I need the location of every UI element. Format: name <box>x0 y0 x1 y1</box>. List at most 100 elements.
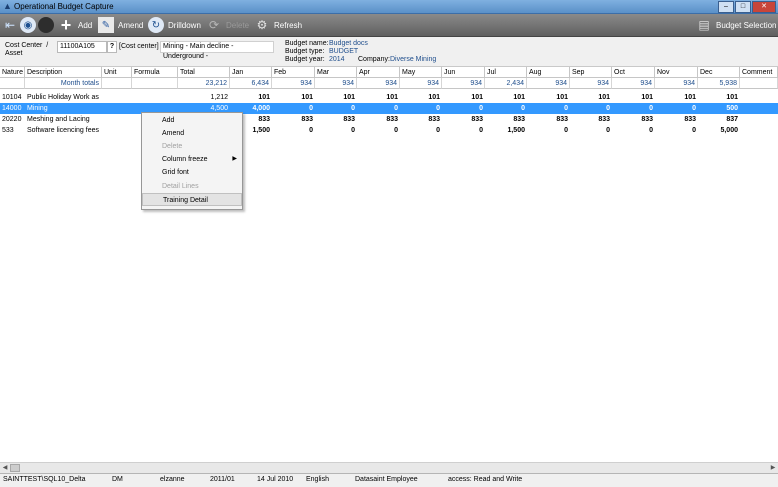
table-cell[interactable]: 0 <box>272 125 315 136</box>
column-header[interactable]: Nov <box>655 67 698 78</box>
drilldown-button[interactable]: ↻ Drilldown <box>148 16 201 34</box>
column-header[interactable]: May <box>400 67 442 78</box>
table-cell[interactable]: 101 <box>230 92 272 103</box>
table-cell[interactable]: 0 <box>527 125 570 136</box>
refresh-button[interactable]: ⚙ Refresh <box>254 16 302 34</box>
table-cell[interactable]: 833 <box>400 114 442 125</box>
table-cell[interactable] <box>102 92 132 103</box>
table-cell[interactable]: 101 <box>485 92 527 103</box>
column-header[interactable]: Sep <box>570 67 612 78</box>
column-header[interactable]: Unit <box>102 67 132 78</box>
table-cell[interactable]: 20220 <box>0 114 25 125</box>
table-cell[interactable]: 833 <box>612 114 655 125</box>
table-cell[interactable]: 101 <box>570 92 612 103</box>
table-cell[interactable] <box>740 125 778 136</box>
close-button[interactable]: ✕ <box>752 1 776 13</box>
table-cell[interactable]: 101 <box>527 92 570 103</box>
table-cell[interactable]: 833 <box>272 114 315 125</box>
column-header[interactable]: Jun <box>442 67 485 78</box>
table-row[interactable]: 10104 Public Holiday Work as 1,212 101 1… <box>0 92 778 103</box>
column-header[interactable]: Dec <box>698 67 740 78</box>
table-cell[interactable]: 0 <box>612 103 655 114</box>
table-cell[interactable]: 533 <box>0 125 25 136</box>
table-cell[interactable]: 10104 <box>0 92 25 103</box>
column-header[interactable]: Aug <box>527 67 570 78</box>
column-header[interactable]: Jul <box>485 67 527 78</box>
table-cell[interactable]: 14000 <box>0 103 25 114</box>
table-cell[interactable]: 0 <box>400 125 442 136</box>
table-cell[interactable]: 0 <box>655 125 698 136</box>
table-cell[interactable]: Software licencing fees <box>25 125 102 136</box>
column-header[interactable]: Oct <box>612 67 655 78</box>
menu-item-add[interactable]: Add <box>142 114 242 127</box>
table-cell[interactable]: 101 <box>698 92 740 103</box>
scroll-left-icon[interactable]: ◀ <box>0 463 10 473</box>
table-cell[interactable]: 0 <box>400 103 442 114</box>
lookup-help-icon[interactable]: ? <box>107 41 117 53</box>
table-cell[interactable]: 0 <box>442 125 485 136</box>
table-row[interactable]: 20220 Meshing and Lacing 833 833 833 833… <box>0 114 778 125</box>
table-cell[interactable]: 0 <box>570 103 612 114</box>
menu-item-amend[interactable]: Amend <box>142 127 242 140</box>
stop-button[interactable] <box>38 16 58 34</box>
column-header[interactable]: Formula <box>132 67 178 78</box>
table-cell[interactable]: 101 <box>315 92 357 103</box>
table-cell[interactable]: 833 <box>357 114 400 125</box>
table-cell[interactable]: 0 <box>315 103 357 114</box>
table-cell[interactable]: 0 <box>612 125 655 136</box>
cost-center-input[interactable]: 11100A105 <box>57 41 107 53</box>
table-cell[interactable] <box>102 103 132 114</box>
add-button[interactable]: + Add <box>58 15 93 35</box>
maximize-button[interactable]: □ <box>735 1 751 13</box>
table-cell[interactable] <box>740 92 778 103</box>
table-cell[interactable]: Meshing and Lacing <box>25 114 102 125</box>
table-cell[interactable] <box>102 125 132 136</box>
scroll-thumb[interactable] <box>10 464 20 472</box>
menu-item-training-detail[interactable]: Training Detail <box>142 193 242 206</box>
menu-item-column-freeze[interactable]: Column freeze ▶ <box>142 153 242 166</box>
table-cell[interactable]: Public Holiday Work as <box>25 92 102 103</box>
table-cell[interactable]: 833 <box>655 114 698 125</box>
table-cell[interactable]: 0 <box>315 125 357 136</box>
table-cell[interactable]: 101 <box>655 92 698 103</box>
column-header[interactable]: Mar <box>315 67 357 78</box>
table-cell[interactable]: 833 <box>442 114 485 125</box>
column-header[interactable]: Feb <box>272 67 315 78</box>
table-cell[interactable]: 0 <box>570 125 612 136</box>
table-cell[interactable]: Mining <box>25 103 102 114</box>
delete-button[interactable]: ⟳ Delete <box>206 16 249 34</box>
table-cell[interactable]: 1,212 <box>178 92 230 103</box>
table-cell[interactable]: 5,000 <box>698 125 740 136</box>
table-cell[interactable]: 1,500 <box>485 125 527 136</box>
table-cell[interactable]: 101 <box>272 92 315 103</box>
table-cell[interactable]: 837 <box>698 114 740 125</box>
column-header[interactable]: Apr <box>357 67 400 78</box>
table-cell[interactable] <box>740 103 778 114</box>
table-cell[interactable]: 500 <box>698 103 740 114</box>
column-header[interactable]: Total <box>178 67 230 78</box>
table-cell[interactable]: 0 <box>357 125 400 136</box>
navigate-button[interactable]: ◉ <box>20 16 40 34</box>
table-cell[interactable]: 101 <box>400 92 442 103</box>
table-cell[interactable]: 0 <box>485 103 527 114</box>
table-row-selected[interactable]: 14000 Mining 4,500 4,000 0 0 0 0 0 0 0 0… <box>0 103 778 114</box>
table-cell[interactable]: 101 <box>612 92 655 103</box>
table-cell[interactable]: 833 <box>485 114 527 125</box>
table-row[interactable]: 533 Software licencing fees 1,500 0 0 0 … <box>0 125 778 136</box>
first-record-button[interactable]: ⇤ <box>2 16 22 34</box>
minimize-button[interactable]: – <box>718 1 734 13</box>
budget-selection-button[interactable]: ▤ Budget Selection <box>696 16 776 34</box>
column-header[interactable]: Description <box>25 67 102 78</box>
table-cell[interactable]: 833 <box>527 114 570 125</box>
table-cell[interactable]: 101 <box>442 92 485 103</box>
column-header[interactable]: Comment <box>740 67 778 78</box>
column-header[interactable]: Jan <box>230 67 272 78</box>
table-cell[interactable]: 833 <box>315 114 357 125</box>
amend-button[interactable]: ✎ Amend <box>98 16 143 34</box>
scroll-right-icon[interactable]: ▶ <box>768 463 778 473</box>
table-cell[interactable]: 0 <box>442 103 485 114</box>
menu-item-grid-font[interactable]: Grid font <box>142 166 242 179</box>
table-cell[interactable]: 833 <box>570 114 612 125</box>
table-cell[interactable]: 0 <box>655 103 698 114</box>
table-cell[interactable]: 0 <box>357 103 400 114</box>
